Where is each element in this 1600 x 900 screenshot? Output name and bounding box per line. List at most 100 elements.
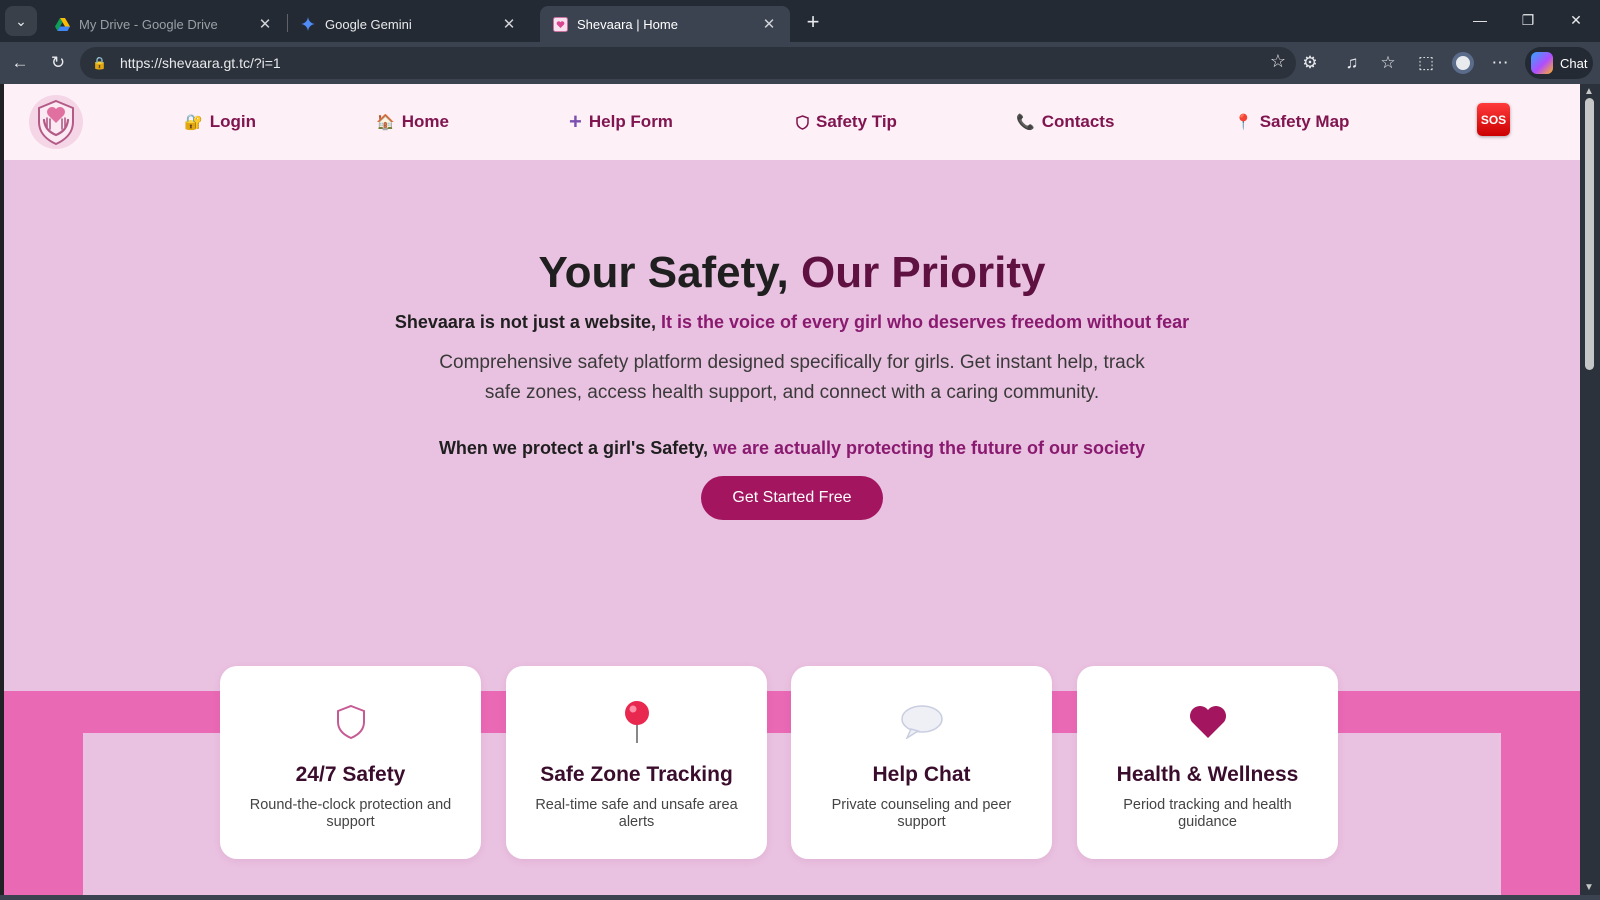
nav-home[interactable]: 🏠 Home (376, 109, 449, 135)
chevron-down-icon: ⌄ (15, 12, 27, 29)
tagline-plain: Shevaara is not just a website, (394, 312, 661, 332)
speech-bubble-icon (791, 700, 1052, 744)
feature-description: Round-the-clock protection and support (249, 797, 452, 830)
sos-button[interactable]: SOS (1477, 103, 1510, 136)
shield-icon (220, 700, 481, 744)
page-scrollbar[interactable]: ▲ ▼ (1580, 84, 1600, 895)
hero-tagline: Shevaara is not just a website, It is th… (4, 312, 1580, 333)
browser-tab-strip: ⌄ My Drive - Google Drive ✕ Google Gemin… (0, 0, 1600, 42)
tab-title: My Drive - Google Drive (79, 16, 218, 32)
minimize-button[interactable]: — (1466, 6, 1494, 34)
reload-icon: ↻ (50, 53, 66, 72)
extensions-button[interactable]: ⚙ (1296, 49, 1324, 77)
hero-title-accent: Our Priority (800, 248, 1046, 297)
tagline2-accent: we are actually protecting the future of… (712, 438, 1146, 458)
close-icon[interactable]: ✕ (256, 15, 274, 33)
scroll-up-icon[interactable]: ▲ (1584, 86, 1594, 97)
window-bottom-edge (0, 895, 1600, 900)
restore-icon: ❐ (1521, 11, 1535, 28)
music-note-icon: ♫ (1345, 53, 1359, 72)
map-pin-icon (506, 700, 767, 744)
tab-google-drive[interactable]: My Drive - Google Drive ✕ (42, 6, 286, 42)
map-pin-icon: 📍 (1234, 114, 1253, 131)
tagline-accent: It is the voice of every girl who deserv… (660, 312, 1190, 332)
copilot-chat-button[interactable]: Chat (1525, 47, 1593, 79)
house-icon: 🏠 (376, 114, 395, 131)
minimize-icon: — (1473, 12, 1487, 28)
feature-title: Help Chat (872, 763, 971, 786)
screenshot-icon: ⬚ (1417, 53, 1435, 72)
nav-help-form[interactable]: + Help Form (569, 109, 673, 135)
media-button[interactable]: ♫ (1338, 49, 1366, 77)
nav-safety-map[interactable]: 📍 Safety Map (1234, 109, 1349, 135)
feature-description: Real-time safe and unsafe area alerts (535, 797, 738, 830)
shield-icon (796, 114, 809, 130)
back-button[interactable]: ← (6, 49, 34, 77)
address-bar[interactable]: 🔒 https://shevaara.gt.tc/?i=1 ☆ (80, 47, 1296, 79)
more-icon: ⋯ (1491, 53, 1509, 72)
browser-toolbar: ← ↻ 🔒 https://shevaara.gt.tc/?i=1 ☆ ⚙ ♫ … (0, 42, 1600, 84)
nav-login[interactable]: 🔐 Login (184, 109, 256, 135)
feature-title: Safe Zone Tracking (540, 763, 733, 786)
feature-description: Private counseling and peer support (831, 797, 1012, 830)
nav-label: Contacts (1041, 112, 1115, 131)
hero-description: Comprehensive safety platform designed s… (439, 352, 1145, 403)
plus-icon: + (806, 9, 820, 34)
tab-google-gemini[interactable]: Google Gemini ✕ (288, 6, 530, 42)
reload-button[interactable]: ↻ (44, 49, 72, 77)
nav-safety-tip[interactable]: Safety Tip (796, 109, 897, 135)
close-window-button[interactable]: ✕ (1562, 6, 1590, 34)
get-started-button[interactable]: Get Started Free (701, 476, 883, 520)
url-text: https://shevaara.gt.tc/?i=1 (120, 55, 281, 71)
lock-icon: 🔐 (184, 114, 203, 131)
shevaara-favicon (552, 16, 568, 32)
nav-label: Home (401, 112, 449, 131)
feature-card-help-chat[interactable]: Help Chat Private counseling and peer su… (791, 666, 1052, 859)
feature-card-safety[interactable]: 24/7 Safety Round-the-clock protection a… (220, 666, 481, 859)
hero-title-plain: Your Safety, (538, 248, 801, 297)
phone-icon: 📞 (1016, 114, 1035, 131)
hero-section: Your Safety, Our Priority Shevaara is no… (4, 160, 1580, 691)
scrollbar-thumb[interactable] (1585, 98, 1594, 370)
nav-label: Help Form (588, 112, 673, 131)
nav-label: Safety Map (1259, 112, 1350, 131)
nav-contacts[interactable]: 📞 Contacts (1016, 109, 1114, 135)
close-icon[interactable]: ✕ (500, 15, 518, 33)
scroll-down-icon[interactable]: ▼ (1584, 882, 1594, 893)
tab-title: Google Gemini (325, 16, 412, 32)
tab-search-button[interactable]: ⌄ (5, 6, 37, 36)
puzzle-icon: ⚙ (1302, 53, 1318, 72)
feature-card-health[interactable]: Health & Wellness Period tracking and he… (1077, 666, 1338, 859)
arrow-left-icon: ← (11, 53, 29, 72)
restore-button[interactable]: ❐ (1514, 6, 1542, 34)
page-viewport: 🔐 Login 🏠 Home + Help Form Safety Tip 📞 … (4, 84, 1580, 895)
plus-icon: + (569, 109, 582, 134)
feature-card-safe-zone[interactable]: Safe Zone Tracking Real-time safe and un… (506, 666, 767, 859)
google-drive-icon (54, 16, 70, 32)
site-info-icon[interactable]: 🔒 (92, 56, 110, 70)
tab-title: Shevaara | Home (577, 16, 678, 32)
close-icon: ✕ (1570, 11, 1582, 28)
tagline2-plain: When we protect a girl's Safety, (438, 438, 713, 458)
gemini-icon (300, 16, 316, 32)
avatar (1452, 52, 1474, 74)
hero-tagline-secondary: When we protect a girl's Safety, we are … (4, 438, 1580, 459)
shevaara-logo[interactable] (28, 92, 84, 152)
nav-label: Login (209, 112, 256, 131)
feature-title: Health & Wellness (1116, 763, 1299, 786)
favorites-icon: ☆ (1380, 53, 1396, 72)
more-menu-button[interactable]: ⋯ (1486, 49, 1514, 77)
star-icon[interactable]: ☆ (1270, 51, 1286, 72)
feature-description: Period tracking and health guidance (1123, 797, 1292, 830)
hero-title: Your Safety, Our Priority (4, 248, 1580, 298)
site-navbar: 🔐 Login 🏠 Home + Help Form Safety Tip 📞 … (4, 84, 1580, 160)
chat-label: Chat (1560, 55, 1588, 71)
favorites-button[interactable]: ☆ (1374, 49, 1402, 77)
nav-label: Safety Tip (816, 112, 897, 131)
profile-button[interactable] (1449, 49, 1477, 77)
new-tab-button[interactable]: + (800, 9, 826, 35)
heart-icon (1077, 700, 1338, 744)
tab-shevaara-home[interactable]: Shevaara | Home ✕ (540, 6, 790, 42)
screenshot-button[interactable]: ⬚ (1412, 49, 1440, 77)
close-icon[interactable]: ✕ (760, 15, 778, 33)
